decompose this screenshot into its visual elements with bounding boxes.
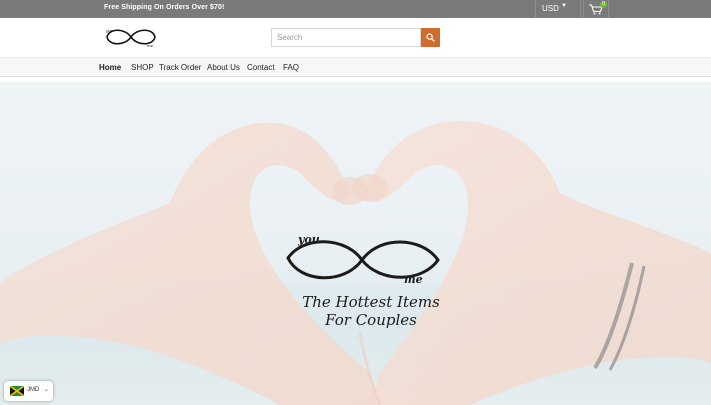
svg-text:you: you — [105, 28, 114, 33]
main-nav: Home SHOP Track Order About Us Contact F… — [0, 57, 711, 77]
caret-down-icon: ▼ — [561, 3, 567, 9]
nav-item-contact[interactable]: Contact — [247, 63, 275, 72]
hero-infinity-logo: you me — [282, 231, 442, 294]
hero-logo-you: you — [298, 233, 320, 246]
currency-selector[interactable]: USD ▼ — [535, 0, 581, 18]
search-bar — [271, 28, 440, 47]
search-button[interactable] — [421, 28, 440, 47]
svg-text:me: me — [147, 43, 154, 48]
infinity-logo-icon: you me — [105, 28, 156, 48]
nav-item-faq[interactable]: FAQ — [283, 63, 299, 72]
currency-label: USD — [542, 4, 559, 13]
free-shipping-text: Free Shipping On Orders Over $70! — [104, 4, 225, 11]
search-icon — [426, 33, 435, 42]
nav-item-home[interactable]: Home — [99, 63, 121, 72]
chevron-down-icon: ⌄ — [44, 387, 50, 393]
tagline-line-2: For Couples — [325, 311, 417, 329]
search-input[interactable] — [271, 28, 421, 47]
currency-converter-widget[interactable]: JMD ⌄ — [4, 381, 53, 401]
announcement-bar: Free Shipping On Orders Over $70! USD ▼ … — [0, 0, 711, 18]
nav-item-track-order[interactable]: Track Order — [159, 63, 201, 72]
tagline-line-1: The Hottest Items — [302, 293, 440, 311]
hero-logo-me: me — [404, 273, 423, 286]
site-logo[interactable]: you me — [103, 26, 159, 53]
cart-count-badge: 0 — [600, 1, 607, 8]
site-header: you me — [0, 18, 711, 58]
nav-item-shop[interactable]: SHOP — [131, 63, 154, 72]
cart-button[interactable]: 0 — [583, 0, 609, 18]
currency-code: JMD — [27, 387, 40, 393]
hero-banner[interactable]: you me The Hottest Items For Couples — [0, 83, 711, 405]
hero-tagline: The Hottest Items For Couples — [286, 293, 456, 329]
nav-item-about-us[interactable]: About Us — [207, 63, 240, 72]
jamaica-flag-icon — [10, 386, 24, 396]
